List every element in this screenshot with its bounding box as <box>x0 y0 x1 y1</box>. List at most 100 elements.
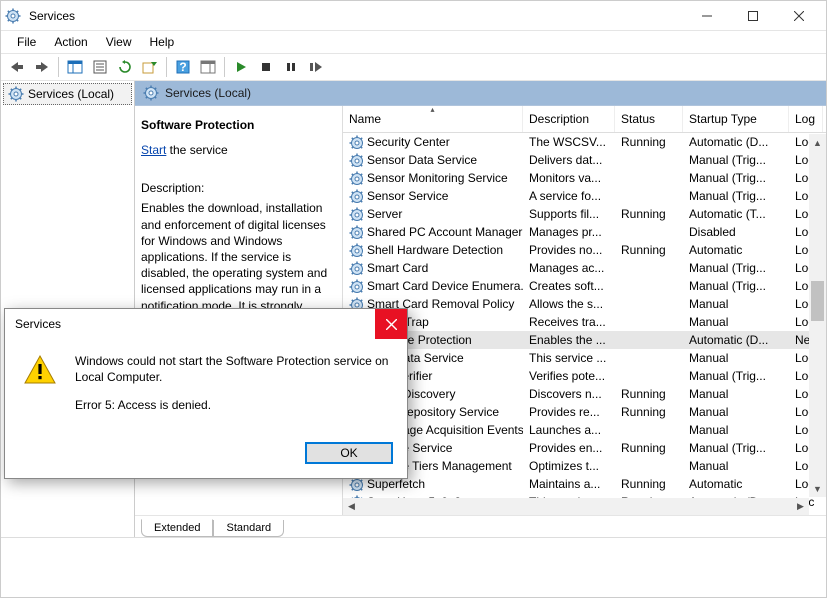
service-row[interactable]: Still Image Acquisition EventsLaunches a… <box>343 421 826 439</box>
svg-text:?: ? <box>179 60 186 74</box>
titlebar: Services <box>1 1 826 31</box>
close-button[interactable] <box>776 2 822 30</box>
service-row[interactable]: Software ProtectionEnables the ...Automa… <box>343 331 826 349</box>
refresh-button[interactable] <box>113 55 137 79</box>
help-button[interactable]: ? <box>171 55 195 79</box>
menu-file[interactable]: File <box>9 33 44 51</box>
service-status <box>615 321 683 323</box>
show-hide-action-pane-button[interactable] <box>196 55 220 79</box>
col-name[interactable]: ▴Name <box>343 106 523 132</box>
service-status <box>615 231 683 233</box>
service-row[interactable]: Storage Tiers ManagementOptimizes t...Ma… <box>343 457 826 475</box>
dialog-close-button[interactable] <box>375 309 407 339</box>
menu-help[interactable]: Help <box>142 33 183 51</box>
properties-button[interactable] <box>88 55 112 79</box>
service-row[interactable]: Sensor Monitoring ServiceMonitors va...M… <box>343 169 826 187</box>
service-description: Provides re... <box>523 404 615 420</box>
maximize-button[interactable] <box>730 2 776 30</box>
service-name: Smart Card Device Enumera... <box>367 279 523 293</box>
service-startup: Manual (Trig... <box>683 368 789 384</box>
gear-icon <box>8 86 24 102</box>
menu-view[interactable]: View <box>98 33 140 51</box>
service-row[interactable]: SSDP DiscoveryDiscovers n...RunningManua… <box>343 385 826 403</box>
service-startup: Manual <box>683 296 789 312</box>
col-description[interactable]: Description <box>523 106 615 132</box>
stop-service-button[interactable] <box>254 55 278 79</box>
scroll-right-icon[interactable]: ▶ <box>792 498 809 515</box>
gear-icon <box>349 261 363 275</box>
vertical-scrollbar[interactable]: ▲ ▼ <box>809 134 826 497</box>
service-name: Smart Card <box>367 261 428 275</box>
service-description: Manages ac... <box>523 260 615 276</box>
services-window: Services File Action View Help ? <box>0 0 827 598</box>
start-service-suffix: the service <box>166 143 227 157</box>
dialog-message-block: Windows could not start the Software Pro… <box>75 353 391 426</box>
service-startup: Automatic <box>683 476 789 492</box>
sort-asc-icon: ▴ <box>430 106 434 114</box>
restart-service-button[interactable] <box>304 55 328 79</box>
col-startup[interactable]: Startup Type <box>683 106 789 132</box>
col-logon[interactable]: Log <box>789 106 823 132</box>
service-name: Sensor Monitoring Service <box>367 171 508 185</box>
list-body[interactable]: Security CenterThe WSCSV...RunningAutoma… <box>343 133 826 514</box>
service-status: Running <box>615 476 683 492</box>
tree-item-label: Services (Local) <box>28 87 114 101</box>
start-service-line: Start the service <box>141 142 332 158</box>
scroll-down-icon[interactable]: ▼ <box>809 480 826 497</box>
service-status: Running <box>615 242 683 258</box>
forward-button[interactable] <box>30 55 54 79</box>
dialog-titlebar: Services <box>5 309 407 339</box>
service-row[interactable]: Security CenterThe WSCSV...RunningAutoma… <box>343 133 826 151</box>
service-row[interactable]: State Repository ServiceProvides re...Ru… <box>343 403 826 421</box>
service-startup: Disabled <box>683 224 789 240</box>
service-description: Provides no... <box>523 242 615 258</box>
service-startup: Automatic (D... <box>683 332 789 348</box>
service-row[interactable]: Smart CardManages ac...Manual (Trig...Lo… <box>343 259 826 277</box>
service-row[interactable]: Sensor ServiceA service fo...Manual (Tri… <box>343 187 826 205</box>
export-button[interactable] <box>138 55 162 79</box>
service-row[interactable]: SNMP TrapReceives tra...ManualLoc <box>343 313 826 331</box>
tree-services-local[interactable]: Services (Local) <box>3 83 132 105</box>
service-name: Server <box>367 207 402 221</box>
service-row[interactable]: Spot Data ServiceThis service ...ManualL… <box>343 349 826 367</box>
service-row[interactable]: SuperfetchMaintains a...RunningAutomatic… <box>343 475 826 493</box>
column-headers: ▴Name Description Status Startup Type Lo… <box>343 106 826 133</box>
service-row[interactable]: Storage ServiceProvides en...RunningManu… <box>343 439 826 457</box>
scroll-thumb[interactable] <box>811 281 824 321</box>
service-description: Receives tra... <box>523 314 615 330</box>
pause-service-button[interactable] <box>279 55 303 79</box>
minimize-button[interactable] <box>684 2 730 30</box>
back-button[interactable] <box>5 55 29 79</box>
service-row[interactable]: Smart Card Device Enumera...Creates soft… <box>343 277 826 295</box>
show-hide-tree-button[interactable] <box>63 55 87 79</box>
dialog-message: Windows could not start the Software Pro… <box>75 353 391 385</box>
gear-icon <box>349 243 363 257</box>
service-status <box>615 465 683 467</box>
menu-action[interactable]: Action <box>46 33 95 51</box>
service-startup: Manual <box>683 404 789 420</box>
service-status <box>615 195 683 197</box>
tab-extended[interactable]: Extended <box>141 519 213 537</box>
ok-button[interactable]: OK <box>305 442 393 464</box>
service-description: Creates soft... <box>523 278 615 294</box>
menubar: File Action View Help <box>1 31 826 53</box>
col-status[interactable]: Status <box>615 106 683 132</box>
toolbar: ? <box>1 53 826 81</box>
service-row[interactable]: Smart Card Removal PolicyAllows the s...… <box>343 295 826 313</box>
pane-header-label: Services (Local) <box>165 86 251 100</box>
statusbar <box>1 537 826 559</box>
service-row[interactable]: Spot VerifierVerifies pote...Manual (Tri… <box>343 367 826 385</box>
scroll-up-icon[interactable]: ▲ <box>809 134 826 151</box>
pane-header: Services (Local) <box>135 81 826 106</box>
service-row[interactable]: Shared PC Account ManagerManages pr...Di… <box>343 223 826 241</box>
start-service-button[interactable] <box>229 55 253 79</box>
horizontal-scrollbar[interactable]: ◀ ▶ <box>343 498 809 515</box>
app-icon <box>5 8 21 24</box>
tab-standard[interactable]: Standard <box>213 520 284 537</box>
service-row[interactable]: Shell Hardware DetectionProvides no...Ru… <box>343 241 826 259</box>
service-row[interactable]: Sensor Data ServiceDelivers dat...Manual… <box>343 151 826 169</box>
scroll-left-icon[interactable]: ◀ <box>343 498 360 515</box>
service-description: Provides en... <box>523 440 615 456</box>
start-service-link[interactable]: Start <box>141 143 166 157</box>
service-row[interactable]: ServerSupports fil...RunningAutomatic (T… <box>343 205 826 223</box>
